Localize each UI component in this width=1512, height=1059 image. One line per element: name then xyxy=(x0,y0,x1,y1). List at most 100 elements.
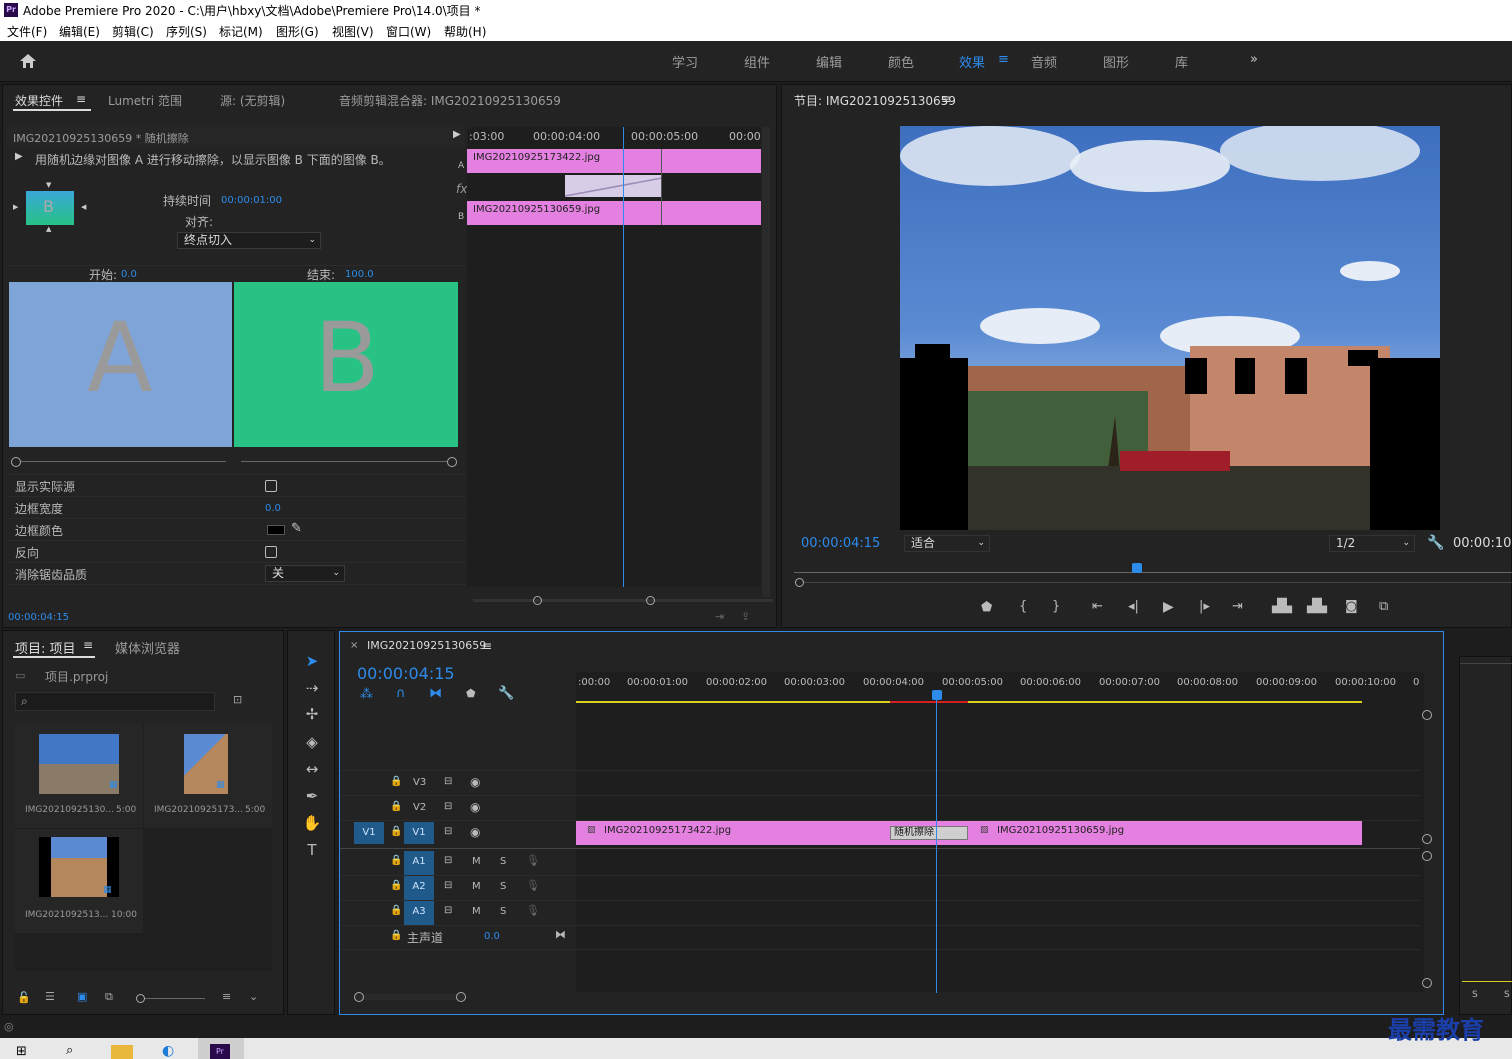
scroll-handle[interactable] xyxy=(1422,710,1432,720)
tab-lumetri-scopes[interactable]: Lumetri 范围 xyxy=(108,92,182,109)
align-dropdown[interactable]: 终点切入 ⌄ xyxy=(177,232,321,249)
menu-graphics[interactable]: 图形(G) xyxy=(276,23,319,40)
panel-menu-icon[interactable]: ≡ xyxy=(76,92,86,106)
antialias-dropdown[interactable]: 关 ⌄ xyxy=(265,565,345,582)
list-view-icon[interactable]: ☰ xyxy=(45,990,55,1003)
transition-thumbnail[interactable]: B xyxy=(26,191,74,225)
meter-solo-left[interactable]: S xyxy=(1472,990,1478,1000)
workspace-overflow-icon[interactable]: » xyxy=(1250,52,1258,67)
linked-selection-icon[interactable]: ⧓ xyxy=(429,686,442,701)
sync-lock-icon[interactable]: ⊟ xyxy=(444,801,452,812)
freeform-view-icon[interactable]: ⧉ xyxy=(105,990,113,1004)
mute-button[interactable]: M xyxy=(472,881,481,892)
project-item[interactable]: ▦ IMG20210925130... 5:00 xyxy=(15,724,143,828)
mark-in-icon[interactable]: { xyxy=(1019,599,1027,614)
mini-clip-b[interactable]: IMG20210925130659.jpg xyxy=(467,201,761,225)
horizontal-zoom-scrollbar[interactable] xyxy=(354,994,464,1000)
sync-lock-icon[interactable]: ⊟ xyxy=(444,826,452,837)
start-value[interactable]: 0.0 xyxy=(121,269,137,280)
track-select-tool-icon[interactable]: ⇢ xyxy=(302,678,322,698)
windows-start-icon[interactable]: ⊞ xyxy=(16,1044,27,1059)
premiere-taskbar-button[interactable]: Pr xyxy=(198,1038,244,1059)
solo-button[interactable]: S xyxy=(500,856,506,867)
mini-clip-a[interactable]: IMG20210925173422.jpg xyxy=(467,149,761,173)
tab-source[interactable]: 源: (无剪辑) xyxy=(220,92,285,109)
camera-icon[interactable]: ◙ xyxy=(1345,599,1358,614)
start-slider-track[interactable] xyxy=(21,461,226,462)
reverse-checkbox[interactable] xyxy=(265,546,277,558)
program-ruler[interactable] xyxy=(794,563,1512,573)
lock-icon[interactable]: 🔒 xyxy=(390,905,402,916)
border-width-value[interactable]: 0.0 xyxy=(265,503,281,514)
menu-file[interactable]: 文件(F) xyxy=(7,23,47,40)
timeline-transition[interactable]: 随机擦除 xyxy=(890,826,968,840)
track-label-v1[interactable]: V1 xyxy=(404,822,434,844)
selection-tool-icon[interactable]: ➤ xyxy=(302,651,322,671)
search-icon[interactable]: ⌕ xyxy=(66,1043,73,1058)
lift-icon[interactable]: ▟▙ xyxy=(1272,599,1292,614)
new-bin-icon[interactable]: ⊡ xyxy=(233,693,242,706)
tab-media-browser[interactable]: 媒体浏览器 xyxy=(115,638,180,657)
project-item[interactable]: ▦ IMG2021092513... 10:00 xyxy=(15,829,143,933)
sync-lock-icon[interactable]: ⊟ xyxy=(444,776,452,787)
type-tool-icon[interactable]: T xyxy=(302,840,322,860)
duration-value[interactable]: 00:00:01:00 xyxy=(221,195,282,206)
nest-icon[interactable]: ⁂ xyxy=(360,687,373,702)
panel-menu-icon[interactable]: ≡ xyxy=(941,92,951,106)
mini-transition[interactable] xyxy=(564,175,663,197)
lock-icon[interactable]: 🔒 xyxy=(390,776,402,787)
track-label-a2[interactable]: A2 xyxy=(404,876,434,900)
eyedropper-icon[interactable]: ✎ xyxy=(291,521,302,536)
program-zoom-handle[interactable] xyxy=(795,578,804,587)
play-icon[interactable]: ▶ xyxy=(1163,599,1174,615)
snap-icon[interactable]: ∩ xyxy=(396,686,406,701)
ripple-edit-tool-icon[interactable]: ✢ xyxy=(302,704,322,724)
track-label-v2[interactable]: V2 xyxy=(413,802,426,813)
sync-lock-icon[interactable]: ⊟ xyxy=(444,905,452,916)
playhead-handle[interactable] xyxy=(932,690,942,700)
workspace-graphics[interactable]: 图形 xyxy=(1103,52,1129,71)
play-transition-icon[interactable]: ▶ xyxy=(15,151,23,162)
start-slider-handle[interactable] xyxy=(11,457,21,467)
track-label-a3[interactable]: A3 xyxy=(404,901,434,925)
end-slider-handle[interactable] xyxy=(447,457,457,467)
workspace-editing[interactable]: 编辑 xyxy=(816,52,842,71)
razor-tool-icon[interactable]: ◈ xyxy=(302,732,322,752)
program-playhead[interactable] xyxy=(1132,563,1142,573)
program-title[interactable]: 节目: IMG20210925130659 xyxy=(794,92,956,109)
workspace-effects[interactable]: 效果 xyxy=(959,52,985,71)
meter-solo-right[interactable]: S xyxy=(1504,990,1510,1000)
scroll-handle[interactable] xyxy=(1422,851,1432,861)
edge-north-icon[interactable]: ▼ xyxy=(46,181,51,189)
slip-tool-icon[interactable]: ↔ xyxy=(302,759,322,779)
fit-dropdown[interactable]: 适合 ⌄ xyxy=(904,535,990,552)
go-to-in-icon[interactable]: ⇤ xyxy=(1092,599,1103,614)
menu-help[interactable]: 帮助(H) xyxy=(444,23,486,40)
panel-menu-icon[interactable]: ≡ xyxy=(83,638,93,652)
microphone-icon[interactable]: 🎙 xyxy=(526,904,540,917)
eye-icon[interactable]: ◉ xyxy=(470,825,480,839)
add-marker-icon[interactable]: ⬟ xyxy=(981,600,992,615)
edge-east-icon[interactable]: ◀ xyxy=(81,203,86,211)
eye-icon[interactable]: ◉ xyxy=(470,800,480,814)
sync-lock-icon[interactable]: ⊟ xyxy=(444,855,452,866)
tab-project[interactable]: 项目: 项目 xyxy=(15,638,76,657)
step-back-icon[interactable]: ◂| xyxy=(1128,599,1139,614)
mute-button[interactable]: M xyxy=(472,856,481,867)
wrench-icon[interactable]: 🔧 xyxy=(498,686,514,701)
export-icon[interactable]: ⇪ xyxy=(741,610,750,623)
end-slider-track[interactable] xyxy=(241,461,447,462)
wrench-icon[interactable]: 🔧 xyxy=(1427,535,1444,551)
scroll-handle[interactable] xyxy=(1422,978,1432,988)
sort-icon[interactable]: ≡ xyxy=(222,990,231,1003)
lock-icon[interactable]: 🔒 xyxy=(390,826,402,837)
lock-icon[interactable]: 🔒 xyxy=(390,880,402,891)
mini-zoom-handle-left[interactable] xyxy=(533,596,542,605)
master-volume-value[interactable]: 0.0 xyxy=(484,931,500,942)
vertical-scrollbar[interactable] xyxy=(1421,708,1433,998)
workspace-learn[interactable]: 学习 xyxy=(672,52,698,71)
compare-view-icon[interactable]: ⧉ xyxy=(1379,599,1388,614)
resolution-dropdown[interactable]: 1/2 ⌄ xyxy=(1329,535,1415,552)
edge-west-icon[interactable]: ▶ xyxy=(13,203,18,211)
source-patch-v1[interactable]: V1 xyxy=(354,822,384,844)
